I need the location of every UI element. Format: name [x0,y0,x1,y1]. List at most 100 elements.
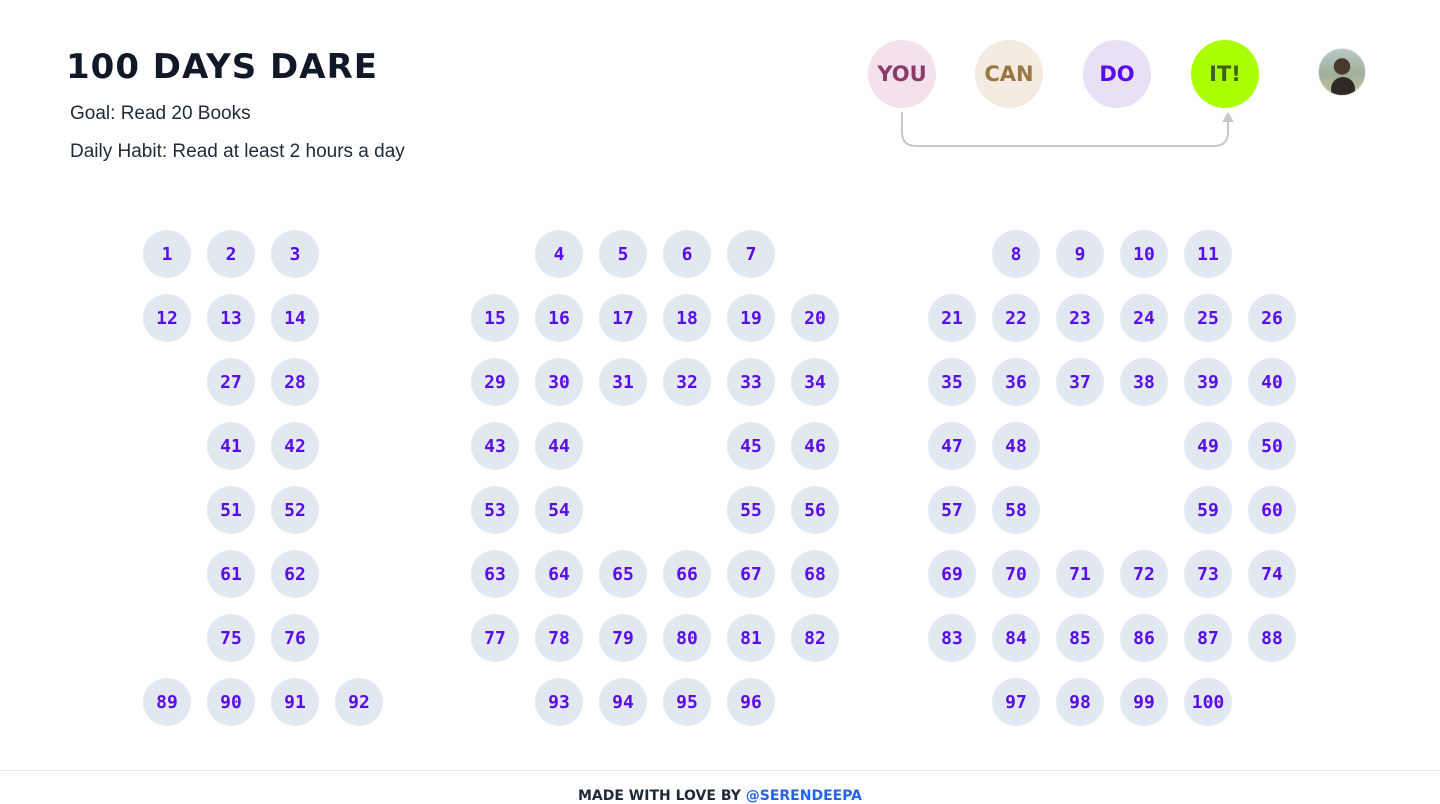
day-9-circle[interactable]: 9 [1056,230,1104,278]
day-24-circle[interactable]: 24 [1120,294,1168,342]
day-56-circle[interactable]: 56 [791,486,839,534]
day-47-circle[interactable]: 47 [928,422,976,470]
day-1-circle[interactable]: 1 [143,230,191,278]
day-44-circle[interactable]: 44 [535,422,583,470]
day-42-circle[interactable]: 42 [271,422,319,470]
day-79-circle[interactable]: 79 [599,614,647,662]
day-87-circle[interactable]: 87 [1184,614,1232,662]
day-84-circle[interactable]: 84 [992,614,1040,662]
day-22-circle[interactable]: 22 [992,294,1040,342]
day-90-circle[interactable]: 90 [207,678,255,726]
day-5-circle[interactable]: 5 [599,230,647,278]
day-37-circle[interactable]: 37 [1056,358,1104,406]
day-77-circle[interactable]: 77 [471,614,519,662]
day-92-circle[interactable]: 92 [335,678,383,726]
day-3-circle[interactable]: 3 [271,230,319,278]
day-45-circle[interactable]: 45 [727,422,775,470]
day-14-circle[interactable]: 14 [271,294,319,342]
day-16-circle[interactable]: 16 [535,294,583,342]
day-64-circle[interactable]: 64 [535,550,583,598]
day-8-circle[interactable]: 8 [992,230,1040,278]
day-96-circle[interactable]: 96 [727,678,775,726]
day-6-circle[interactable]: 6 [663,230,711,278]
day-46-circle[interactable]: 46 [791,422,839,470]
day-81-circle[interactable]: 81 [727,614,775,662]
day-74-circle[interactable]: 74 [1248,550,1296,598]
day-20-circle[interactable]: 20 [791,294,839,342]
day-73-circle[interactable]: 73 [1184,550,1232,598]
day-25-circle[interactable]: 25 [1184,294,1232,342]
day-33-circle[interactable]: 33 [727,358,775,406]
day-72-circle[interactable]: 72 [1120,550,1168,598]
day-55-circle[interactable]: 55 [727,486,775,534]
day-43-circle[interactable]: 43 [471,422,519,470]
day-10-circle[interactable]: 10 [1120,230,1168,278]
day-27-circle[interactable]: 27 [207,358,255,406]
day-35-circle[interactable]: 35 [928,358,976,406]
day-38-circle[interactable]: 38 [1120,358,1168,406]
day-93-circle[interactable]: 93 [535,678,583,726]
day-94-circle[interactable]: 94 [599,678,647,726]
day-4-circle[interactable]: 4 [535,230,583,278]
day-11-circle[interactable]: 11 [1184,230,1232,278]
day-12-circle[interactable]: 12 [143,294,191,342]
day-98-circle[interactable]: 98 [1056,678,1104,726]
day-63-circle[interactable]: 63 [471,550,519,598]
day-95-circle[interactable]: 95 [663,678,711,726]
day-51-circle[interactable]: 51 [207,486,255,534]
day-49-circle[interactable]: 49 [1184,422,1232,470]
day-69-circle[interactable]: 69 [928,550,976,598]
day-23-circle[interactable]: 23 [1056,294,1104,342]
day-29-circle[interactable]: 29 [471,358,519,406]
day-91-circle[interactable]: 91 [271,678,319,726]
day-31-circle[interactable]: 31 [599,358,647,406]
day-82-circle[interactable]: 82 [791,614,839,662]
day-67-circle[interactable]: 67 [727,550,775,598]
day-17-circle[interactable]: 17 [599,294,647,342]
day-76-circle[interactable]: 76 [271,614,319,662]
day-21-circle[interactable]: 21 [928,294,976,342]
day-68-circle[interactable]: 68 [791,550,839,598]
day-80-circle[interactable]: 80 [663,614,711,662]
day-89-circle[interactable]: 89 [143,678,191,726]
day-30-circle[interactable]: 30 [535,358,583,406]
day-59-circle[interactable]: 59 [1184,486,1232,534]
day-32-circle[interactable]: 32 [663,358,711,406]
day-66-circle[interactable]: 66 [663,550,711,598]
day-26-circle[interactable]: 26 [1248,294,1296,342]
day-36-circle[interactable]: 36 [992,358,1040,406]
day-19-circle[interactable]: 19 [727,294,775,342]
day-70-circle[interactable]: 70 [992,550,1040,598]
day-28-circle[interactable]: 28 [271,358,319,406]
day-40-circle[interactable]: 40 [1248,358,1296,406]
day-7-circle[interactable]: 7 [727,230,775,278]
day-48-circle[interactable]: 48 [992,422,1040,470]
day-62-circle[interactable]: 62 [271,550,319,598]
day-13-circle[interactable]: 13 [207,294,255,342]
day-83-circle[interactable]: 83 [928,614,976,662]
day-52-circle[interactable]: 52 [271,486,319,534]
footer-author-link[interactable]: @SERENDEEPA [746,788,862,804]
day-60-circle[interactable]: 60 [1248,486,1296,534]
day-57-circle[interactable]: 57 [928,486,976,534]
day-18-circle[interactable]: 18 [663,294,711,342]
day-50-circle[interactable]: 50 [1248,422,1296,470]
day-34-circle[interactable]: 34 [791,358,839,406]
day-65-circle[interactable]: 65 [599,550,647,598]
day-61-circle[interactable]: 61 [207,550,255,598]
day-100-circle[interactable]: 100 [1184,678,1232,726]
day-58-circle[interactable]: 58 [992,486,1040,534]
day-99-circle[interactable]: 99 [1120,678,1168,726]
day-2-circle[interactable]: 2 [207,230,255,278]
day-75-circle[interactable]: 75 [207,614,255,662]
day-39-circle[interactable]: 39 [1184,358,1232,406]
day-54-circle[interactable]: 54 [535,486,583,534]
day-85-circle[interactable]: 85 [1056,614,1104,662]
day-15-circle[interactable]: 15 [471,294,519,342]
day-97-circle[interactable]: 97 [992,678,1040,726]
day-71-circle[interactable]: 71 [1056,550,1104,598]
day-53-circle[interactable]: 53 [471,486,519,534]
day-86-circle[interactable]: 86 [1120,614,1168,662]
day-41-circle[interactable]: 41 [207,422,255,470]
day-78-circle[interactable]: 78 [535,614,583,662]
